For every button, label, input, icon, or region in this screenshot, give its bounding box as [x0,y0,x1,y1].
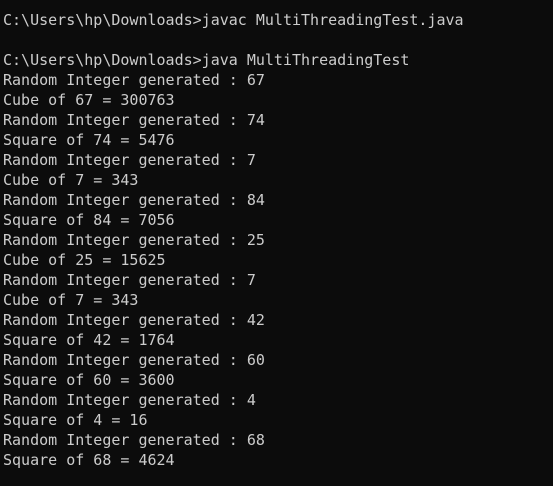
console-line: Cube of 7 = 343 [3,291,139,309]
console-line: Random Integer generated : 42 [3,311,265,329]
console-line: C:\Users\hp\Downloads>javac MultiThreadi… [3,11,464,29]
console-line: Square of 4 = 16 [3,411,148,429]
console-line: Random Integer generated : 7 [3,271,256,289]
console-line: Random Integer generated : 84 [3,191,265,209]
console-line: Random Integer generated : 68 [3,431,265,449]
console-line: Random Integer generated : 25 [3,231,265,249]
console-line: Random Integer generated : 7 [3,151,256,169]
console-line: Random Integer generated : 74 [3,111,265,129]
console-line: Cube of 7 = 343 [3,171,139,189]
console-line: Cube of 67 = 300763 [3,91,175,109]
console-line: Square of 42 = 1764 [3,331,175,349]
console-output: C:\Users\hp\Downloads>javac MultiThreadi… [3,10,464,470]
console-line: Square of 68 = 4624 [3,451,175,469]
console-line: Random Integer generated : 67 [3,71,265,89]
console-line: Random Integer generated : 4 [3,391,256,409]
console-line: Square of 84 = 7056 [3,211,175,229]
console-line: Square of 60 = 3600 [3,371,175,389]
console-window[interactable]: C:\Users\hp\Downloads>javac MultiThreadi… [0,0,553,486]
console-line: C:\Users\hp\Downloads>java MultiThreadin… [3,51,410,69]
console-line: Random Integer generated : 60 [3,351,265,369]
console-line: Square of 74 = 5476 [3,131,175,149]
console-line: Cube of 25 = 15625 [3,251,166,269]
